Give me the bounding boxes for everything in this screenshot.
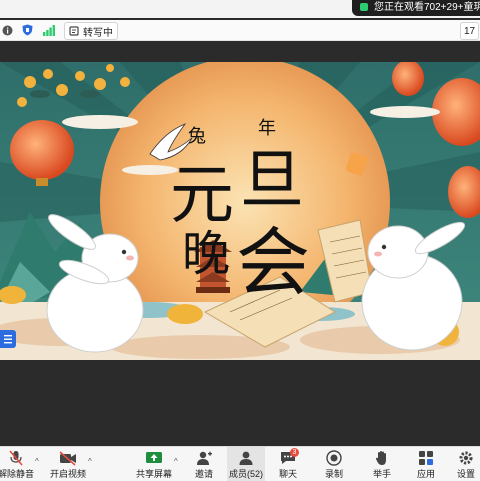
invite-button[interactable]: 邀请 [190,447,218,481]
transcription-status[interactable]: 转写中 [64,22,118,40]
members-icon [239,451,253,465]
meeting-toolbar: 解除静音 ^ 开启视频 ^ 共享屏幕 ^ 邀请 成员(52) 聊天 3 录制 举… [0,446,480,481]
microphone-muted-icon [9,450,23,466]
raise-hand-icon [375,451,386,465]
list-icon [4,335,12,344]
slide-big-char-4: 会 [236,220,310,306]
signal-strength-icon[interactable] [42,22,56,38]
invite-person-icon [197,451,212,465]
start-video-button[interactable]: 开启视频 [48,447,88,481]
meeting-status-bar: 转写中 17 [0,20,480,41]
chat-button[interactable]: 聊天 3 [274,447,302,481]
shared-slide-image: 兔 年 元 旦 晚 会 [0,62,480,360]
slide-small-text-year: 年 [258,118,276,139]
slide-big-char-3: 晚 [182,226,230,282]
slide-big-char-1: 元 [170,159,234,233]
apps-grid-icon [419,451,433,465]
chat-unread-badge: 3 [290,448,299,457]
time-display: 17 [460,22,480,40]
unmute-button[interactable]: 解除静音 [0,447,35,481]
settings-button[interactable]: 设置 [452,447,480,481]
start-video-label: 开启视频 [49,469,86,479]
settings-label: 设置 [456,469,475,479]
notification-text: 您正在观看702+29+童玥 [374,2,480,13]
record-label: 录制 [324,469,343,479]
apps-button[interactable]: 应用 [412,447,440,481]
share-screen-button[interactable]: 共享屏幕 [134,447,174,481]
members-label: 成员(52) [228,469,263,479]
apps-label: 应用 [416,469,435,479]
transcribe-icon [69,26,79,36]
viewing-notification[interactable]: 您正在观看702+29+童玥 [352,0,480,16]
raise-hand-button[interactable]: 举手 [368,447,396,481]
security-shield-icon[interactable] [20,22,34,38]
share-screen-label: 共享屏幕 [135,469,172,479]
slide-small-text-rabbit: 兔 [188,126,206,147]
time-value: 17 [464,25,476,37]
share-options-chevron-icon[interactable]: ^ [174,457,178,466]
side-panel-toggle-button[interactable] [0,330,16,348]
record-icon [326,450,342,466]
slide-big-char-2: 旦 [240,144,304,218]
gear-icon [459,451,473,465]
members-button[interactable]: 成员(52) [227,447,265,481]
info-icon[interactable] [0,22,14,38]
raise-hand-label: 举手 [372,469,391,479]
transcription-label: 转写中 [83,27,113,39]
video-options-chevron-icon[interactable]: ^ [88,457,92,466]
live-indicator-icon [360,3,368,11]
share-screen-icon [146,452,162,463]
unmute-label: 解除静音 [0,469,35,479]
audio-options-chevron-icon[interactable]: ^ [35,457,39,466]
record-button[interactable]: 录制 [320,447,348,481]
video-camera-off-icon [59,451,76,466]
rabbit-right [361,221,466,351]
chat-label: 聊天 [278,469,297,479]
invite-label: 邀请 [194,469,213,479]
